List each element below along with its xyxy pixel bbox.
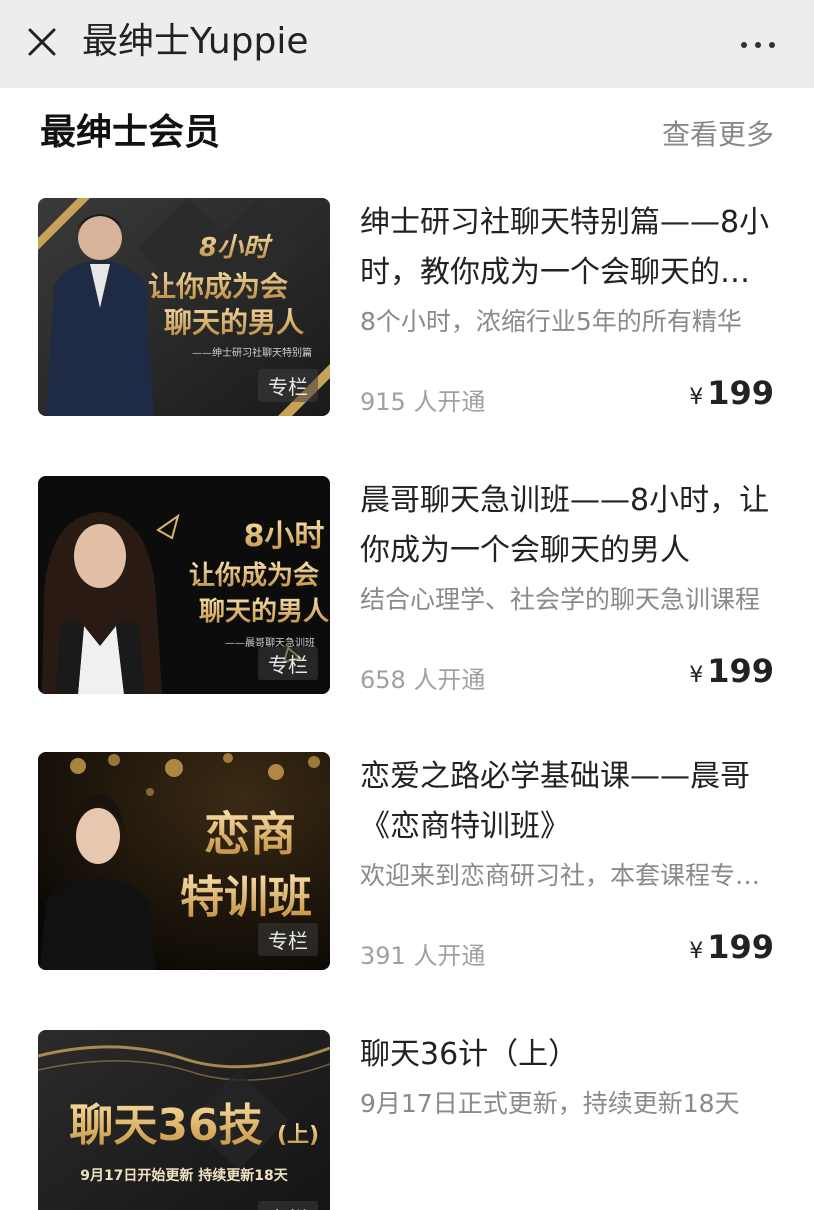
course-thumbnail: 恋商 特训班 专栏 xyxy=(38,752,330,970)
course-item[interactable]: 8小时 让你成为会 聊天的男人 ——晨哥聊天急训班 专栏 晨哥聊天急训班——8小… xyxy=(0,476,814,716)
course-title: 恋爱之路必学基础课——晨哥《恋商特训班》 xyxy=(360,759,750,844)
column-tag: 专栏 xyxy=(258,369,318,402)
thumb-line1-suffix: (上) xyxy=(277,1123,319,1148)
course-title: 绅士研习社聊天特别篇——8小时，教你成为一个会聊天的男人 xyxy=(360,205,770,290)
course-thumbnail: 8小时 让你成为会 聊天的男人 ——绅士研习社聊天特别篇 专栏 xyxy=(38,198,330,416)
course-title: 晨哥聊天急训班——8小时，让你成为一个会聊天的男人 xyxy=(360,483,770,568)
thumb-line1: 恋商 xyxy=(204,807,296,861)
course-info: 聊天36计（上） 9月17日正式更新，持续更新18天 xyxy=(360,1030,774,1122)
more-button[interactable] xyxy=(728,22,788,62)
course-item[interactable]: 8小时 让你成为会 聊天的男人 ——绅士研习社聊天特别篇 专栏 绅士研习社聊天特… xyxy=(0,198,814,438)
close-icon xyxy=(28,28,56,56)
course-desc: 9月17日正式更新，持续更新18天 xyxy=(360,1089,740,1118)
more-dots-icon xyxy=(737,33,779,52)
subscriber-count: 915 人开通 xyxy=(360,388,486,416)
course-title: 聊天36计（上） xyxy=(360,1037,579,1072)
course-meta: 915 人开通 ¥199 xyxy=(360,374,774,418)
currency-symbol: ¥ xyxy=(689,939,704,964)
course-desc: 8个小时，浓缩行业5年的所有精华 xyxy=(360,307,742,336)
course-item[interactable]: 聊天36技 (上) 9月17日开始更新 持续更新18天 专栏 聊天36计（上） … xyxy=(0,1030,814,1210)
thumb-subline: ——绅士研习社聊天特别篇 xyxy=(192,346,312,359)
thumb-subline: 9月17日开始更新 持续更新18天 xyxy=(80,1167,289,1184)
thumb-line3: 聊天的男人 xyxy=(164,306,304,339)
course-price: ¥199 xyxy=(689,652,774,690)
course-item[interactable]: 恋商 特训班 专栏 恋爱之路必学基础课——晨哥《恋商特训班》 欢迎来到恋商研习社… xyxy=(0,752,814,992)
price-value: 199 xyxy=(707,374,774,412)
thumb-line2: 特训班 xyxy=(180,872,312,923)
thumb-line2: 让你成为会 xyxy=(189,561,319,591)
view-more-link[interactable]: 查看更多 xyxy=(662,116,774,154)
thumb-line2: 让你成为会 xyxy=(148,270,288,303)
course-meta: 391 人开通 ¥199 xyxy=(360,928,774,972)
price-value: 199 xyxy=(707,652,774,690)
thumb-line1: 8小时 xyxy=(244,519,325,554)
subscriber-count: 391 人开通 xyxy=(360,942,486,970)
thumb-line3: 聊天的男人 xyxy=(199,596,329,627)
price-value: 199 xyxy=(707,928,774,966)
currency-symbol: ¥ xyxy=(689,663,704,688)
course-thumbnail: 聊天36技 (上) 9月17日开始更新 持续更新18天 专栏 xyxy=(38,1030,330,1210)
course-thumbnail: 8小时 让你成为会 聊天的男人 ——晨哥聊天急训班 专栏 xyxy=(38,476,330,694)
course-price: ¥199 xyxy=(689,374,774,412)
app-title: 最绅士Yuppie xyxy=(82,21,309,62)
course-desc: 结合心理学、社会学的聊天急训课程 xyxy=(360,585,761,614)
column-tag: 专栏 xyxy=(258,923,318,956)
course-info: 恋爱之路必学基础课——晨哥《恋商特训班》 欢迎来到恋商研习社，本套课程专为你打造 xyxy=(360,752,774,894)
column-tag: 专栏 xyxy=(258,1201,318,1210)
column-tag: 专栏 xyxy=(258,647,318,680)
top-bar: 最绅士Yuppie xyxy=(0,0,814,88)
thumb-line1: 聊天36技 xyxy=(69,1100,262,1151)
currency-symbol: ¥ xyxy=(689,385,704,410)
course-desc: 欢迎来到恋商研习社，本套课程专为你打造 xyxy=(360,861,774,890)
course-info: 绅士研习社聊天特别篇——8小时，教你成为一个会聊天的男人 8个小时，浓缩行业5年… xyxy=(360,198,774,340)
thumb-line1: 8小时 xyxy=(199,233,273,263)
course-info: 晨哥聊天急训班——8小时，让你成为一个会聊天的男人 结合心理学、社会学的聊天急训… xyxy=(360,476,774,618)
subscriber-count: 658 人开通 xyxy=(360,666,486,694)
course-price: ¥199 xyxy=(689,928,774,966)
section-title: 最绅士会员 xyxy=(40,112,221,153)
close-button[interactable] xyxy=(22,22,62,62)
course-meta: 658 人开通 ¥199 xyxy=(360,652,774,696)
